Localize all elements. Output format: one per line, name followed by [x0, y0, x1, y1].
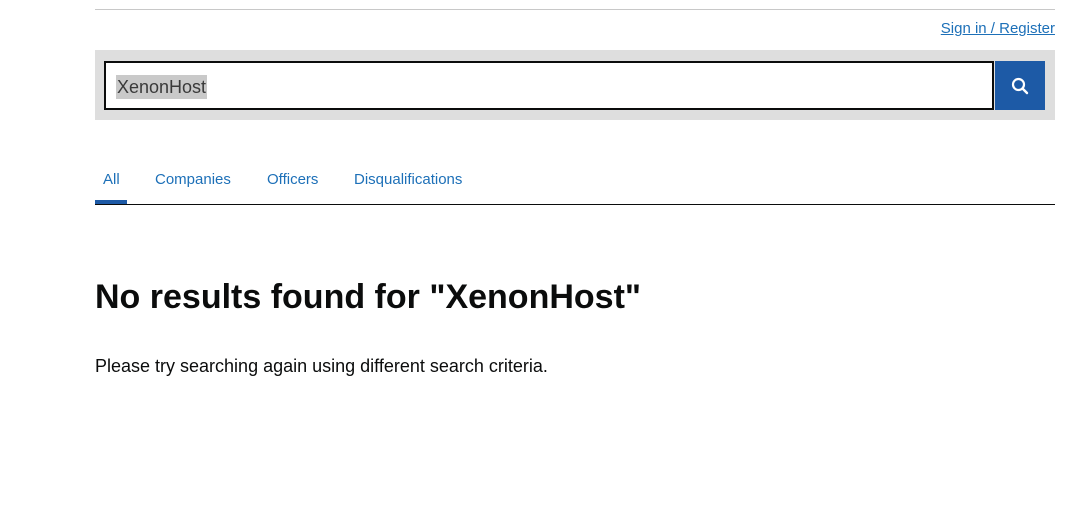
selected-tab-indicator [95, 200, 127, 204]
no-results-heading: No results found for "XenonHost" [95, 278, 642, 316]
search-box: XenonHost [104, 61, 994, 110]
no-results-message: Please try searching again using differe… [95, 356, 548, 376]
sign-in-register-link[interactable]: Sign in / Register [941, 20, 1055, 37]
header-divider [95, 9, 1055, 10]
search-icon [1011, 77, 1029, 94]
search-result-tabs: All Companies Officers Disqualifications [95, 160, 1055, 205]
tab-disqualifications[interactable]: Disqualifications [354, 171, 462, 188]
search-input[interactable] [106, 63, 992, 108]
search-bar: XenonHost [95, 50, 1055, 120]
tab-officers[interactable]: Officers [267, 171, 318, 188]
search-button[interactable] [995, 61, 1045, 110]
tab-all[interactable]: All [103, 171, 120, 188]
tab-companies[interactable]: Companies [155, 171, 231, 188]
